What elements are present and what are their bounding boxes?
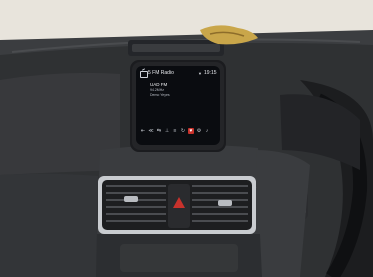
seek-icon[interactable]: ⇆ — [156, 128, 162, 134]
car-dashboard-photo: 5 FM Radio ▼ 19:15 UAD FM 94.2MHz Demo Y… — [0, 0, 373, 277]
clock: 19:15 — [204, 70, 217, 76]
radio-icon — [140, 71, 148, 78]
prev-icon[interactable]: ⇤ — [140, 128, 146, 134]
infotainment-screen[interactable]: 5 FM Radio ▼ 19:15 UAD FM 94.2MHz Demo Y… — [136, 66, 220, 145]
favorite-icon[interactable]: ♥ — [188, 128, 194, 134]
station-text: Demo Yeyes — [150, 93, 170, 97]
station-info: UAD FM 94.2MHz Demo Yeyes — [150, 82, 216, 98]
control-row: ⇤ ≪ ⇆ ⊥ ≡ ↻ ♥ ⚙ ♪ — [140, 128, 216, 136]
dropdown-icon[interactable]: ▼ — [198, 71, 202, 76]
scan-icon[interactable]: ↻ — [180, 128, 186, 134]
settings-icon[interactable]: ⚙ — [196, 128, 202, 134]
source-label: 5 FM Radio — [148, 70, 174, 76]
sound-icon[interactable]: ♪ — [204, 128, 210, 134]
rewind-icon[interactable]: ≪ — [148, 128, 154, 134]
status-bar: 5 FM Radio ▼ 19:15 — [136, 70, 220, 80]
tune-icon[interactable]: ⊥ — [164, 128, 170, 134]
list-icon[interactable]: ≡ — [172, 128, 178, 134]
vent-knob-left — [124, 196, 138, 202]
vent-knob-right — [218, 200, 232, 206]
